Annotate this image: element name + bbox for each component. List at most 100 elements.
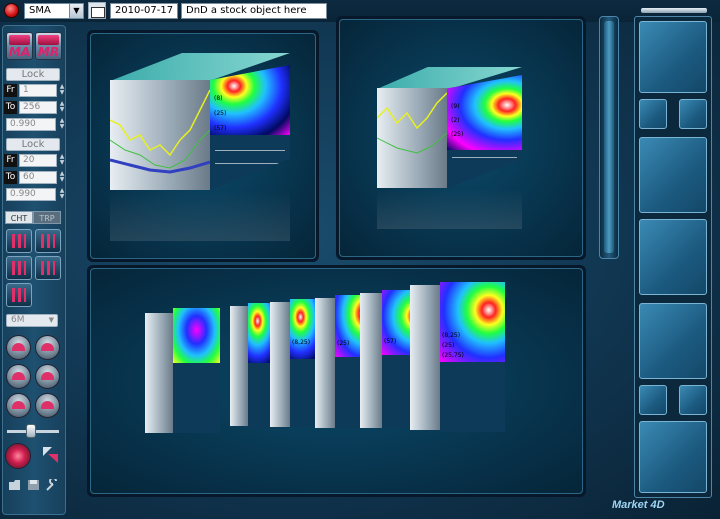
cube-left-face xyxy=(270,302,290,427)
thumbnail-sidebar xyxy=(634,16,712,498)
cube-left-face xyxy=(230,306,248,426)
cube-label: (25) xyxy=(442,342,455,349)
cube-left-face xyxy=(377,88,447,188)
from-field-2[interactable]: 20 xyxy=(19,154,57,167)
mr-button[interactable]: MR xyxy=(35,32,62,60)
period-select[interactable]: 6M ▼ xyxy=(6,314,58,327)
line-chart-button[interactable] xyxy=(6,283,32,307)
from-field-1[interactable]: 1 xyxy=(19,84,57,97)
cube-label: (8,25) xyxy=(442,332,461,339)
cube-label: (25) xyxy=(214,110,227,117)
cube-chart-3a[interactable] xyxy=(145,308,220,453)
chart-panel-1[interactable]: (8) (25) (57) xyxy=(87,30,319,262)
cube-reflection xyxy=(110,191,290,241)
cube-label: (8) xyxy=(214,95,223,102)
thumbnail-slot-4[interactable] xyxy=(639,137,707,213)
wrench-icon[interactable] xyxy=(45,479,59,491)
cube-label: (8,25) xyxy=(292,339,311,346)
chart-panel-3[interactable]: (8,25) (25) (57) (8,25) (25) (25,75) xyxy=(87,265,586,497)
indicator-select-value: SMA xyxy=(29,5,51,16)
ma-button[interactable]: MA xyxy=(6,32,33,60)
candle-chart-button[interactable] xyxy=(35,229,61,253)
rotate-down-left-button[interactable] xyxy=(6,393,31,418)
bar-chart-button[interactable] xyxy=(6,229,32,253)
cube-right-face xyxy=(173,308,220,433)
cube-left-face xyxy=(110,80,210,190)
thumbnail-slot-2[interactable] xyxy=(639,99,667,129)
zoom-slider-knob[interactable] xyxy=(26,424,36,438)
thumbnail-slot-1[interactable] xyxy=(639,21,707,93)
cube-label: (25,75) xyxy=(442,352,464,359)
thumbnail-slot-5[interactable] xyxy=(639,219,707,295)
vertical-scrollbar[interactable] xyxy=(599,16,619,259)
spinner-arrows-icon[interactable]: ▲ ▼ xyxy=(57,101,67,114)
from-label-2: Fr xyxy=(4,154,17,167)
record-button[interactable] xyxy=(5,443,31,469)
cube-label: (9) xyxy=(451,103,460,110)
cube-label: (25) xyxy=(451,131,464,138)
lock-button-1[interactable]: Lock xyxy=(6,68,60,81)
tab-cht[interactable]: CHT xyxy=(5,211,33,224)
market4d-window: SMA ▼ 2010-07-17 DnD a stock object here… xyxy=(0,0,720,519)
spinner-arrows-icon[interactable]: ▲ ▼ xyxy=(57,154,67,167)
folder-icon[interactable] xyxy=(8,479,22,491)
lock-button-2[interactable]: Lock xyxy=(6,138,60,151)
thumbnail-slot-8[interactable] xyxy=(679,385,707,415)
cube-label: (57) xyxy=(214,125,227,132)
cube-row[interactable]: (8,25) (25) (57) (8,25) (25) (25,75) xyxy=(145,282,565,473)
grid-line xyxy=(215,163,285,164)
wave-chart-button[interactable] xyxy=(6,256,32,280)
cube-right-face: (8,25) (25) (25,75) xyxy=(440,282,505,432)
heatmap xyxy=(440,282,505,362)
cube-chart-3f[interactable]: (8,25) (25) (25,75) xyxy=(410,282,505,450)
date-field[interactable]: 2010-07-17 xyxy=(110,3,178,19)
ratio-field-1[interactable]: 0.990 xyxy=(6,118,56,131)
from-label-1: Fr xyxy=(4,84,17,97)
thumbnail-slot-3[interactable] xyxy=(679,99,707,129)
indicator-select[interactable]: SMA ▼ xyxy=(24,3,84,19)
to-field-1[interactable]: 256 xyxy=(19,101,57,114)
cube-left-face xyxy=(410,285,440,430)
to-label-2: To xyxy=(4,171,17,184)
period-select-value: 6M xyxy=(11,315,25,325)
grid-line xyxy=(452,157,517,158)
app-logo: Market 4D xyxy=(612,499,665,511)
spinner-arrows-icon[interactable]: ▲ ▼ xyxy=(57,188,67,201)
cube-right-face: (8) (25) (57) xyxy=(210,65,290,190)
ratio-field-2[interactable]: 0.990 xyxy=(6,188,56,201)
tab-trp[interactable]: TRP xyxy=(33,211,61,224)
save-icon[interactable] xyxy=(27,479,41,491)
cube-left-face xyxy=(315,298,335,428)
thumbnail-slot-6[interactable] xyxy=(639,303,707,379)
spinner-arrows-icon[interactable]: ▲ ▼ xyxy=(57,118,67,131)
rotate-down-right-button[interactable] xyxy=(35,393,60,418)
window-drag-handle[interactable] xyxy=(641,8,707,13)
thumbnail-slot-9[interactable] xyxy=(639,421,707,493)
stack-chart-button[interactable] xyxy=(35,256,61,280)
to-field-2[interactable]: 60 xyxy=(19,171,57,184)
rotate-up-left-button[interactable] xyxy=(6,335,31,360)
grid-line xyxy=(215,150,285,151)
chart-panel-2[interactable]: (9) (2) (25) xyxy=(336,16,586,260)
cube-reflection xyxy=(377,189,522,229)
cube-left-face xyxy=(360,293,382,428)
cube-left-face xyxy=(145,313,173,433)
heatmap xyxy=(173,308,220,363)
rotate-left-button[interactable] xyxy=(6,364,31,389)
chevron-down-icon[interactable]: ▼ xyxy=(69,4,83,18)
spinner-arrows-icon[interactable]: ▲ ▼ xyxy=(57,171,67,184)
close-button[interactable] xyxy=(4,3,19,18)
calendar-icon[interactable] xyxy=(88,2,106,19)
cube-right-face: (9) (2) (25) xyxy=(447,75,522,188)
rotate-right-button[interactable] xyxy=(35,364,60,389)
chevron-down-icon: ▼ xyxy=(48,316,54,324)
cube-label: (2) xyxy=(451,117,460,124)
cube-label: (25) xyxy=(337,340,350,347)
rotate-up-right-button[interactable] xyxy=(35,335,60,360)
arrows-icon[interactable] xyxy=(40,444,62,466)
to-label-1: To xyxy=(4,101,17,114)
spinner-arrows-icon[interactable]: ▲ ▼ xyxy=(57,84,67,97)
cube-label: (57) xyxy=(384,338,397,345)
stock-drop-field[interactable]: DnD a stock object here xyxy=(181,3,327,19)
thumbnail-slot-7[interactable] xyxy=(639,385,667,415)
